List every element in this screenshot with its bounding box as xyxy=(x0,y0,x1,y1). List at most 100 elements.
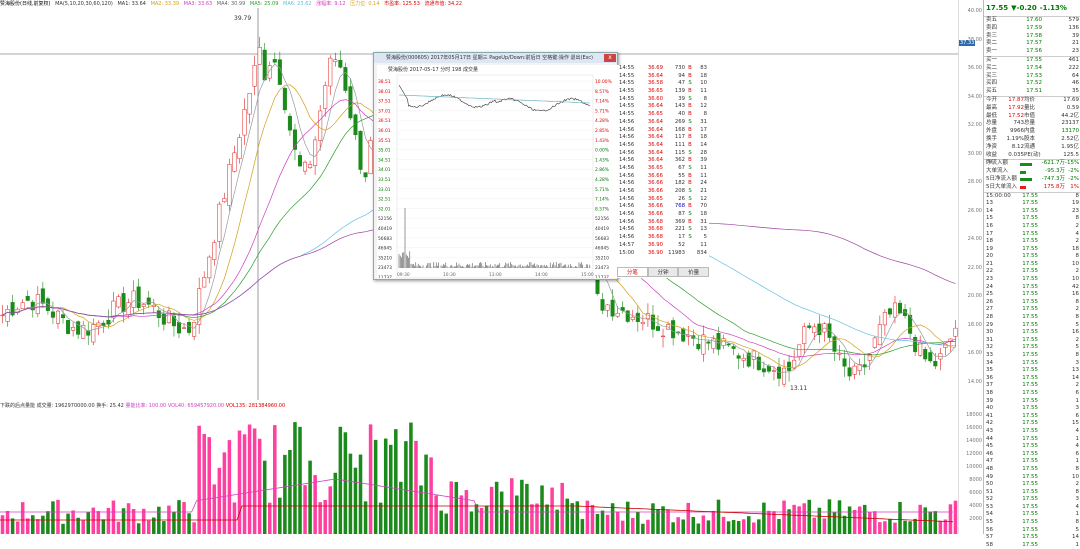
intraday-right-tick: 56683 xyxy=(595,236,609,242)
volume-bar xyxy=(207,437,212,534)
tick-row: 36 17.55 14 xyxy=(984,375,1080,383)
tab-minutes[interactable]: 分钟 xyxy=(647,267,679,277)
volume-bar xyxy=(590,504,595,534)
buy-order-row: 买四 17.52 46 xyxy=(984,80,1080,88)
popup-titlebar[interactable]: 赞海股份(000605) 2017年05月17日 星期三 PageUp/Down… xyxy=(374,53,617,63)
intraday-popup-window[interactable]: 赞海股份(000605) 2017年05月17日 星期三 PageUp/Down… xyxy=(373,52,710,280)
volume-bar xyxy=(298,426,302,534)
candle-body xyxy=(25,296,30,301)
sell-order-row: 卖五 17.60 579 xyxy=(984,17,1080,25)
tick-row: 51 17.55 8 xyxy=(984,489,1080,497)
volume-bar xyxy=(348,453,353,534)
tick-price: 17.55 xyxy=(1022,276,1038,283)
order-price: 17.55 xyxy=(1026,56,1042,63)
order-price: 17.60 xyxy=(1026,17,1042,23)
tick-price: 17.55 xyxy=(1022,352,1038,358)
tick-row: 33 17.55 8 xyxy=(984,352,1080,360)
volume-bar xyxy=(832,512,837,534)
intraday-right-tick: 23473 xyxy=(595,265,609,271)
tick-volume: 2 xyxy=(1075,238,1080,245)
flow-bar xyxy=(1020,162,1032,166)
trade-side: B xyxy=(688,111,692,118)
intraday-right-tick: 52156 xyxy=(595,216,609,222)
tick-price: 17.55 xyxy=(1022,222,1038,229)
intraday-time-tick: 09:30 xyxy=(397,272,410,278)
intraday-left-tick: 37.01 xyxy=(378,108,391,114)
candle-body xyxy=(40,288,45,304)
tick-price: 17.55 xyxy=(1022,359,1038,366)
order-volume: 21 xyxy=(1072,40,1079,47)
candle-body xyxy=(928,352,933,362)
volume-bar xyxy=(852,510,857,534)
trade-price: 36.90 xyxy=(647,249,663,256)
trade-time: 14:55 xyxy=(619,95,635,102)
trade-time: 14:56 xyxy=(619,172,635,179)
trade-ticks-list[interactable]: 14:55 36.69 730 B 83 14:55 36.64 94 B 18 14:55 36.5… xyxy=(617,65,709,278)
tick-time: 26 xyxy=(986,298,993,305)
volume-bar xyxy=(394,429,398,534)
volume-bar xyxy=(388,444,393,534)
trade-volume: 115 xyxy=(674,149,685,156)
stat-value: 44.2亿 xyxy=(1061,112,1079,119)
trade-count: 31 xyxy=(700,118,707,125)
volume-bar xyxy=(605,514,610,534)
tick-list[interactable]: 15:00:00 17.55 8 13 17.55 19 14 17.55 23 15 17.55 8… xyxy=(984,191,1080,549)
price-axis-tick: 24.00 xyxy=(967,236,982,242)
candle-body xyxy=(272,59,277,63)
stock-title[interactable]: 赞海股份(日线,前复权) xyxy=(0,1,51,7)
intraday-time-tick: 14:00 xyxy=(535,272,548,278)
tab-price-volume[interactable]: 价量 xyxy=(678,267,710,277)
trade-price: 36.66 xyxy=(647,211,663,218)
tick-row: 22 17.55 2 xyxy=(984,268,1080,276)
trade-row: 14:55 36.64 94 B 18 xyxy=(617,73,709,81)
volume-chart[interactable] xyxy=(0,409,958,534)
volume-bar xyxy=(731,520,736,534)
volume-bar xyxy=(404,441,408,534)
buy-order-row: 买一 17.55 461 xyxy=(984,57,1080,65)
order-price: 17.58 xyxy=(1026,32,1042,39)
tick-row: 15:00:00 17.55 8 xyxy=(984,193,1080,201)
volume-bar xyxy=(333,472,338,534)
stat-value: 17.52 xyxy=(1008,112,1024,119)
volume-bar xyxy=(257,438,262,534)
intraday-right-tick: 11737 xyxy=(595,275,609,278)
tick-price: 17.55 xyxy=(1022,200,1038,207)
candle-body xyxy=(242,109,247,136)
tick-row: 26 17.55 8 xyxy=(984,299,1080,307)
tick-time: 27 xyxy=(986,306,993,313)
intraday-left-tick: 38.01 xyxy=(378,89,391,95)
tick-row: 52 17.55 3 xyxy=(984,496,1080,504)
stat-label: 量比 xyxy=(1024,104,1036,111)
intraday-chart[interactable]: 38.51 10.00% 38.01 8.57% 37.51 7.14% 37.01 5.71… xyxy=(377,65,617,278)
trade-volume: 362 xyxy=(674,157,685,164)
candle-body xyxy=(605,304,610,311)
volume-bar xyxy=(101,519,106,534)
vol-axis-tick: 18000 xyxy=(966,412,982,418)
volume-bar xyxy=(328,486,333,534)
tick-time: 22 xyxy=(986,268,993,275)
trade-count: 5 xyxy=(703,234,707,241)
volume-bar xyxy=(51,501,55,534)
ma4-value: MA4: 30.99 xyxy=(216,1,246,7)
sell-order-row: 卖四 17.59 136 xyxy=(984,25,1080,33)
tick-volume: 14 xyxy=(1072,374,1079,381)
volume-bar xyxy=(66,513,70,534)
tick-row: 27 17.55 2 xyxy=(984,306,1080,314)
volume-bar xyxy=(136,523,141,534)
flow-row: 5日大单流入 175.8万 1% xyxy=(984,184,1080,192)
intraday-left-tick: 52156 xyxy=(378,216,392,222)
trade-volume: 26 xyxy=(678,195,685,202)
volume-bar xyxy=(499,491,504,534)
tab-trades[interactable]: 分笔 xyxy=(617,267,648,277)
price-axis-tick: 40.00 xyxy=(967,8,982,14)
close-icon[interactable]: x xyxy=(604,54,616,62)
volume-bar xyxy=(131,508,136,534)
volume-bar xyxy=(278,497,282,534)
trade-time: 14:56 xyxy=(619,203,635,210)
trade-price: 36.65 xyxy=(647,195,663,202)
candle-body xyxy=(615,312,620,317)
tick-price: 17.55 xyxy=(1022,336,1038,343)
volume-bar xyxy=(81,520,85,534)
volume-bar xyxy=(711,510,716,534)
trade-row: 14:55 36.64 143 B 12 xyxy=(617,103,709,111)
